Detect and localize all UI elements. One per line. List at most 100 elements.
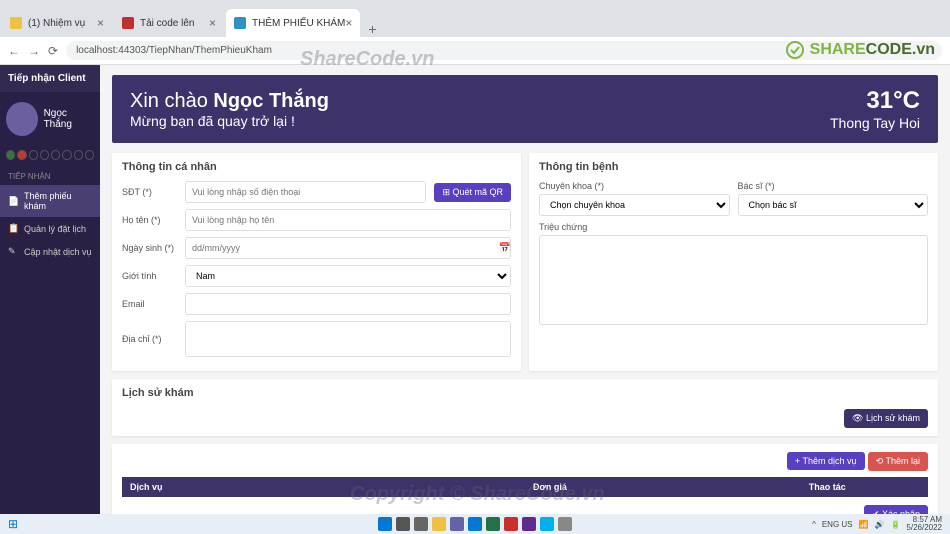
theme-dot[interactable]	[40, 150, 49, 160]
sidebar-item-label: Quản lý đặt lịch	[24, 224, 86, 234]
history-panel: Lịch sử khám 👁 Lịch sử khám	[112, 379, 938, 436]
lang-indicator[interactable]: ENG US	[822, 520, 853, 529]
theme-dot[interactable]	[6, 150, 15, 160]
gender-select[interactable]: Nam	[185, 265, 511, 287]
reset-button[interactable]: ⟲ Thêm lại	[868, 452, 928, 471]
email-row: Email	[122, 293, 511, 315]
sidebar-item-cap-nhat-dich-vu[interactable]: ✎ Cập nhật dịch vụ	[0, 240, 100, 263]
col-price: Đơn giá	[525, 477, 727, 497]
specialty-col: Chuyên khoa (*) Chọn chuyên khoa	[539, 181, 730, 216]
greeting-prefix: Xin chào	[130, 90, 213, 112]
new-tab-button[interactable]: +	[360, 21, 384, 37]
phone-input[interactable]	[185, 181, 426, 203]
taskbar-center	[378, 517, 572, 531]
gender-label: Giới tính	[122, 271, 177, 281]
tb-app-icon[interactable]	[540, 517, 554, 531]
doctor-label: Bác sĩ (*)	[738, 181, 929, 191]
address-label: Địa chỉ (*)	[122, 334, 177, 344]
tb-app-icon[interactable]	[468, 517, 482, 531]
plus-icon: +	[795, 456, 803, 466]
greeting-name: Ngọc Thắng	[213, 90, 329, 112]
back-icon[interactable]: ←	[8, 44, 20, 58]
welcome-banner: Xin chào Ngọc Thắng Mừng bạn đã quay trở…	[112, 75, 938, 143]
tb-app-icon[interactable]	[432, 517, 446, 531]
avatar[interactable]	[6, 102, 38, 136]
sharecode-logo: SHARECODE.vn	[785, 40, 935, 60]
calendar-icon: 📋	[8, 223, 18, 234]
sidebar-item-label: Cập nhật dịch vụ	[24, 247, 92, 257]
windows-icon[interactable]	[378, 517, 392, 531]
specialty-label: Chuyên khoa (*)	[539, 181, 730, 191]
theme-dot[interactable]	[17, 150, 26, 160]
browser-tab-2[interactable]: THÊM PHIẾU KHÁM ×	[226, 9, 360, 37]
forward-icon[interactable]: →	[28, 44, 40, 58]
chevron-up-icon[interactable]: ^	[812, 520, 816, 529]
banner-right: 31°C Thong Tay Hoi	[830, 87, 920, 131]
name-row: Họ tên (*)	[122, 209, 511, 231]
name-label: Họ tên (*)	[122, 215, 177, 225]
close-icon[interactable]: ×	[345, 16, 352, 30]
email-input[interactable]	[185, 293, 511, 315]
tb-app-icon[interactable]	[486, 517, 500, 531]
clock[interactable]: 8:57 AM 5/26/2022	[906, 516, 942, 532]
services-panel: + Thêm dịch vụ ⟲ Thêm lại Dịch vụ Đơn gi…	[112, 444, 938, 514]
greeting: Xin chào Ngọc Thắng	[130, 90, 329, 113]
browser-tab-bar: (1) Nhiệm vụ × Tải code lên × THÊM PHIẾU…	[0, 0, 950, 37]
dob-label: Ngày sinh (*)	[122, 243, 177, 253]
start-icon[interactable]: ⊞	[8, 517, 18, 531]
greeting-subtitle: Mừng bạn đã quay trở lại !	[130, 113, 329, 129]
tb-app-icon[interactable]	[522, 517, 536, 531]
theme-picker	[0, 146, 100, 164]
address-input[interactable]	[185, 321, 511, 357]
qr-scan-button[interactable]: ⊞ Quét mã QR	[434, 183, 511, 202]
history-button[interactable]: 👁 Lịch sử khám	[844, 409, 928, 428]
calendar-icon[interactable]: 📅	[499, 243, 511, 254]
volume-icon[interactable]: 🔊	[874, 520, 884, 529]
symptom-input[interactable]	[539, 235, 928, 325]
dob-input[interactable]	[185, 237, 511, 259]
services-table: Dịch vụ Đơn giá Thao tác	[122, 477, 928, 497]
tb-app-icon[interactable]	[414, 517, 428, 531]
confirm-button[interactable]: ✔ Xác nhận	[864, 505, 928, 514]
tb-app-icon[interactable]	[558, 517, 572, 531]
theme-dot[interactable]	[74, 150, 83, 160]
tb-app-icon[interactable]	[450, 517, 464, 531]
battery-icon[interactable]: 🔋	[890, 520, 900, 529]
theme-dot[interactable]	[85, 150, 94, 160]
sidebar-item-quan-ly-dat-lich[interactable]: 📋 Quản lý đặt lịch	[0, 217, 100, 240]
browser-tab-0[interactable]: (1) Nhiệm vụ ×	[2, 9, 112, 37]
location: Thong Tay Hoi	[830, 115, 920, 131]
close-icon[interactable]: ×	[97, 16, 104, 30]
sidebar-item-them-phieu-kham[interactable]: 📄 Thêm phiếu khám	[0, 185, 100, 217]
col-service: Dịch vụ	[122, 477, 525, 497]
tb-app-icon[interactable]	[396, 517, 410, 531]
email-label: Email	[122, 299, 177, 309]
doctor-select[interactable]: Chọn bác sĩ	[738, 194, 929, 216]
add-service-button[interactable]: + Thêm dịch vụ	[787, 452, 865, 470]
theme-dot[interactable]	[51, 150, 60, 160]
date: 5/26/2022	[906, 524, 942, 532]
sidebar-header: Tiếp nhận Client	[0, 65, 100, 92]
browser-tab-1[interactable]: Tải code lên ×	[114, 9, 224, 37]
sidebar-item-label: Thêm phiếu khám	[24, 191, 92, 211]
symptom-block: Triệu chứng	[539, 222, 928, 328]
wifi-icon[interactable]: 📶	[859, 520, 869, 529]
confirm-row: ✔ Xác nhận	[122, 505, 928, 514]
tb-app-icon[interactable]	[504, 517, 518, 531]
theme-dot[interactable]	[29, 150, 38, 160]
name-input[interactable]	[185, 209, 511, 231]
personal-info-panel: Thông tin cá nhân SĐT (*) ⊞ Quét mã QR H…	[112, 153, 521, 371]
panel-title: Lịch sử khám	[122, 387, 928, 399]
theme-dot[interactable]	[62, 150, 71, 160]
reload-icon[interactable]: ⟳	[48, 44, 58, 58]
sidebar: Tiếp nhận Client Ngọc Thắng TIẾP NHẬN 📄 …	[0, 65, 100, 514]
profile-name: Ngọc Thắng	[44, 108, 94, 130]
specialty-select[interactable]: Chọn chuyên khoa	[539, 194, 730, 216]
banner-left: Xin chào Ngọc Thắng Mừng bạn đã quay trở…	[130, 90, 329, 129]
eye-icon: 👁	[852, 413, 866, 423]
close-icon[interactable]: ×	[209, 16, 216, 30]
doctor-col: Bác sĩ (*) Chọn bác sĩ	[738, 181, 929, 216]
tab-title: (1) Nhiệm vụ	[28, 18, 85, 29]
document-icon: 📄	[8, 196, 18, 207]
dob-row: Ngày sinh (*) 📅	[122, 237, 511, 259]
